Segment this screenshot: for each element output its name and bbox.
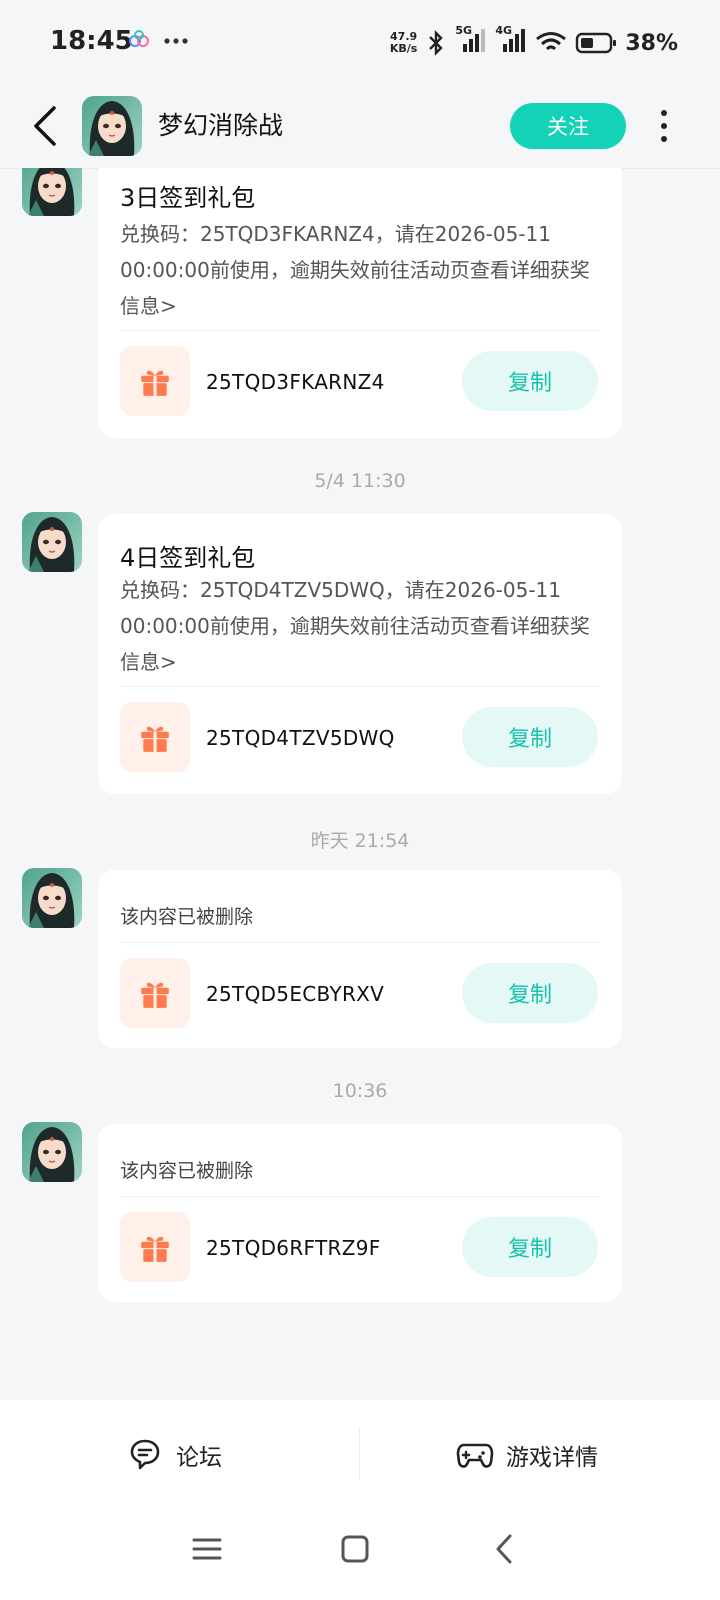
status-right-icons: 47.9 KB/s 5G 4G 38% (389, 24, 678, 58)
forum-label: 论坛 (176, 1445, 222, 1471)
message-timestamp: 昨天 21:54 (310, 830, 410, 852)
status-time: 18:45 (50, 26, 133, 56)
back-button[interactable] (26, 102, 66, 150)
divider (120, 942, 600, 943)
menu-icon (192, 1538, 222, 1560)
more-options-button[interactable] (652, 104, 676, 148)
back-nav-button[interactable] (488, 1532, 522, 1566)
copy-button[interactable]: 复制 (462, 963, 598, 1023)
deleted-notice: 该内容已被删除 (120, 906, 254, 928)
gift-icon (120, 958, 190, 1028)
message-body: 兑换码：25TQD3FKARNZ4，请在2026-05-11 00:00:00前… (120, 222, 590, 318)
home-nav-button[interactable] (338, 1532, 372, 1566)
more-notifications-icon (164, 38, 188, 44)
sender-avatar[interactable] (22, 168, 82, 216)
copy-button[interactable]: 复制 (462, 707, 598, 767)
game-details-button[interactable]: 游戏详情 (456, 1400, 598, 1510)
gift-code: 25TQD5ECBYRXV (206, 982, 385, 1006)
bottom-action-bar: 论坛 游戏详情 (0, 1400, 720, 1510)
game-avatar[interactable] (82, 96, 142, 156)
divider (120, 1196, 600, 1197)
sender-avatar[interactable] (22, 868, 82, 928)
divider (359, 1428, 360, 1480)
message-title: 4日签到礼包 (120, 544, 256, 572)
divider (120, 686, 600, 687)
gift-code: 25TQD4TZV5DWQ (206, 726, 395, 750)
forum-icon (130, 1439, 160, 1470)
sender-avatar[interactable] (22, 1122, 82, 1182)
message-card: 该内容已被删除 25TQD6RFTRZ9F 复制 (98, 1124, 622, 1302)
back-arrow-icon (34, 106, 56, 146)
deleted-notice: 该内容已被删除 (120, 1160, 254, 1182)
message-card: 4日签到礼包 兑换码：25TQD4TZV5DWQ，请在2026-05-11 00… (98, 514, 622, 794)
home-square-icon (341, 1535, 369, 1563)
message-body: 兑换码：25TQD4TZV5DWQ，请在2026-05-11 00:00:00前… (120, 578, 590, 674)
app-notification-icon (129, 30, 149, 47)
message-timestamp: 5/4 11:30 (314, 470, 406, 492)
gift-icon (120, 346, 190, 416)
gift-icon (120, 1212, 190, 1282)
signal-4g-icon: 4G (495, 24, 527, 58)
menu-nav-button[interactable] (190, 1532, 224, 1566)
page-title: 梦幻消除战 (158, 111, 284, 140)
sender-avatar[interactable] (22, 512, 82, 572)
message-timestamp: 10:36 (332, 1080, 388, 1102)
message-card: 3日签到礼包 兑换码：25TQD3FKARNZ4，请在2026-05-11 00… (98, 168, 622, 438)
game-details-label: 游戏详情 (506, 1445, 598, 1471)
bluetooth-icon (429, 30, 444, 56)
battery-icon (576, 32, 617, 54)
gift-code: 25TQD3FKARNZ4 (206, 370, 385, 394)
system-navigation-bar (0, 1510, 720, 1600)
copy-button[interactable]: 复制 (462, 351, 598, 411)
wifi-icon (536, 32, 567, 51)
gift-code: 25TQD6RFTRZ9F (206, 1236, 381, 1260)
gift-icon (120, 702, 190, 772)
divider (120, 330, 600, 331)
message-title: 3日签到礼包 (120, 184, 256, 212)
status-bar: 18:45 47.9 KB/s 5G 4G 38% (0, 0, 720, 86)
copy-button[interactable]: 复制 (462, 1217, 598, 1277)
status-left-icons (126, 28, 190, 54)
message-card: 该内容已被删除 25TQD5ECBYRXV 复制 (98, 870, 622, 1048)
signal-5g-icon: 5G (455, 24, 487, 58)
gamepad-icon (456, 1443, 494, 1468)
follow-button[interactable]: 关注 (510, 103, 626, 149)
battery-percent: 38% (625, 30, 678, 56)
message-feed[interactable]: 3日签到礼包 兑换码：25TQD3FKARNZ4，请在2026-05-11 00… (0, 168, 720, 1400)
chat-header: 梦幻消除战 关注 (0, 86, 720, 169)
network-speed: 47.9 KB/s (389, 30, 418, 55)
back-chevron-icon (496, 1534, 512, 1564)
forum-button[interactable]: 论坛 (128, 1400, 222, 1510)
